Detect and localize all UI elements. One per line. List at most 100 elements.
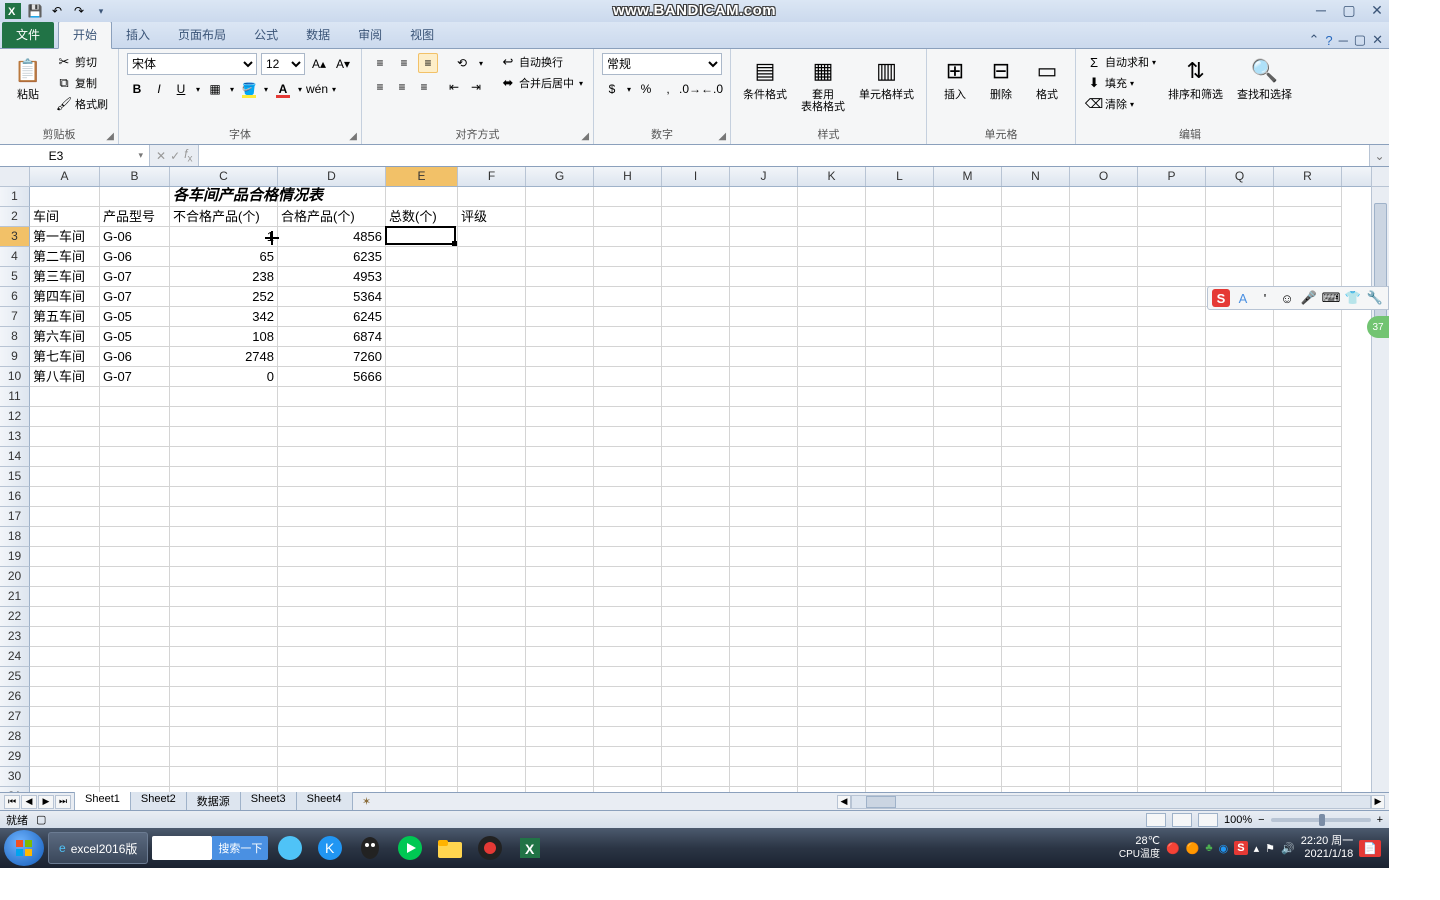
align-center-icon[interactable]: ≡ [392,77,412,97]
cell-R7[interactable] [1274,307,1342,327]
col-header-N[interactable]: N [1002,167,1070,186]
cell-R1[interactable] [1274,187,1342,207]
cell-G6[interactable] [526,287,594,307]
sort-filter-button[interactable]: ⇅排序和筛选 [1164,53,1227,103]
zoom-in-button[interactable]: + [1377,814,1383,826]
cell-F4[interactable] [458,247,526,267]
cell-Q11[interactable] [1206,387,1274,407]
cell-M20[interactable] [934,567,1002,587]
cell-A15[interactable] [30,467,100,487]
cell-D22[interactable] [278,607,386,627]
cell-L1[interactable] [866,187,934,207]
cell-K24[interactable] [798,647,866,667]
cell-H4[interactable] [594,247,662,267]
cell-L22[interactable] [866,607,934,627]
cell-I19[interactable] [662,547,730,567]
cell-L16[interactable] [866,487,934,507]
cell-H12[interactable] [594,407,662,427]
cell-D20[interactable] [278,567,386,587]
cell-P20[interactable] [1138,567,1206,587]
cell-N1[interactable] [1002,187,1070,207]
cell-M26[interactable] [934,687,1002,707]
cell-F10[interactable] [458,367,526,387]
cell-O30[interactable] [1070,767,1138,787]
tab-formulas[interactable]: 公式 [240,22,292,48]
cell-I11[interactable] [662,387,730,407]
cell-P29[interactable] [1138,747,1206,767]
cell-J22[interactable] [730,607,798,627]
cell-Q30[interactable] [1206,767,1274,787]
cell-G11[interactable] [526,387,594,407]
cell-P8[interactable] [1138,327,1206,347]
cell-D10[interactable]: 5666 [278,367,386,387]
vertical-scrollbar[interactable] [1371,187,1389,792]
cell-K7[interactable] [798,307,866,327]
cell-B1[interactable] [100,187,170,207]
cell-H17[interactable] [594,507,662,527]
cell-D14[interactable] [278,447,386,467]
taskbar-iqiyi-icon[interactable] [392,832,428,864]
taskbar-app-icon-2[interactable]: K [312,832,348,864]
cell-O25[interactable] [1070,667,1138,687]
cell-D12[interactable] [278,407,386,427]
align-top-icon[interactable]: ≡ [370,53,390,73]
cell-H23[interactable] [594,627,662,647]
cell-C12[interactable] [170,407,278,427]
clear-button[interactable]: ⌫清除▾ [1084,95,1158,113]
cell-K6[interactable] [798,287,866,307]
cell-E8[interactable] [386,327,458,347]
row-header-20[interactable]: 20 [0,567,30,587]
row-header-2[interactable]: 2 [0,207,30,227]
cell-B17[interactable] [100,507,170,527]
cell-O18[interactable] [1070,527,1138,547]
cell-L4[interactable] [866,247,934,267]
row-header-30[interactable]: 30 [0,767,30,787]
cell-H7[interactable] [594,307,662,327]
cell-D26[interactable] [278,687,386,707]
cell-M23[interactable] [934,627,1002,647]
cell-F22[interactable] [458,607,526,627]
tab-pagelayout[interactable]: 页面布局 [164,22,240,48]
cell-D21[interactable] [278,587,386,607]
cell-K17[interactable] [798,507,866,527]
cell-Q13[interactable] [1206,427,1274,447]
cell-B28[interactable] [100,727,170,747]
cell-J18[interactable] [730,527,798,547]
cell-F15[interactable] [458,467,526,487]
cell-P27[interactable] [1138,707,1206,727]
cell-B8[interactable]: G-05 [100,327,170,347]
cell-E22[interactable] [386,607,458,627]
cell-J29[interactable] [730,747,798,767]
enter-formula-icon[interactable]: ✓ [170,149,180,163]
cell-H3[interactable] [594,227,662,247]
cell-P14[interactable] [1138,447,1206,467]
cell-H30[interactable] [594,767,662,787]
cell-C4[interactable]: 65 [170,247,278,267]
cell-B4[interactable]: G-06 [100,247,170,267]
cell-H24[interactable] [594,647,662,667]
cell-L28[interactable] [866,727,934,747]
cell-A11[interactable] [30,387,100,407]
cell-P17[interactable] [1138,507,1206,527]
cell-E12[interactable] [386,407,458,427]
cell-K4[interactable] [798,247,866,267]
cell-F25[interactable] [458,667,526,687]
cell-R8[interactable] [1274,327,1342,347]
cell-I4[interactable] [662,247,730,267]
expand-formula-icon[interactable]: ⌄ [1369,145,1389,166]
cell-N30[interactable] [1002,767,1070,787]
tray-notification-icon[interactable]: 📄 [1359,840,1381,857]
cell-Q22[interactable] [1206,607,1274,627]
cell-O8[interactable] [1070,327,1138,347]
col-header-B[interactable]: B [100,167,170,186]
cell-E27[interactable] [386,707,458,727]
cell-B7[interactable]: G-05 [100,307,170,327]
cell-B10[interactable]: G-07 [100,367,170,387]
pagelayout-view-button[interactable] [1172,813,1192,827]
cell-C18[interactable] [170,527,278,547]
cell-G4[interactable] [526,247,594,267]
cell-A24[interactable] [30,647,100,667]
cell-A26[interactable] [30,687,100,707]
col-header-A[interactable]: A [30,167,100,186]
cell-C29[interactable] [170,747,278,767]
